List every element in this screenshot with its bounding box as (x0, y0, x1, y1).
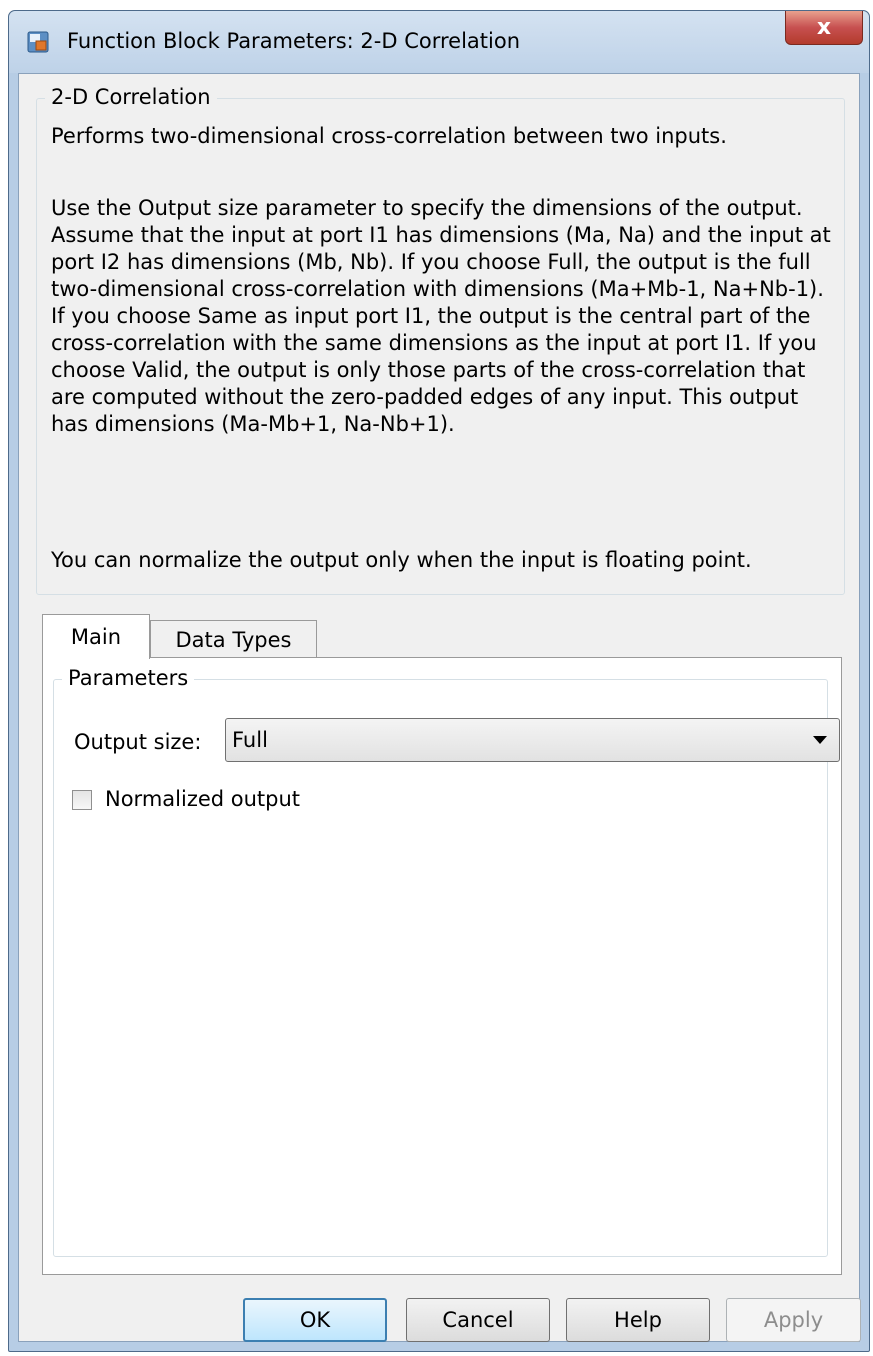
output-size-select[interactable]: Full (225, 718, 840, 762)
title-bar[interactable]: Function Block Parameters: 2-D Correlati… (9, 11, 869, 73)
normalized-output-checkbox[interactable] (72, 790, 92, 810)
description-details: Use the Output size parameter to specify… (51, 196, 831, 436)
description-group: 2-D Correlation Performs two-dimensional… (36, 84, 845, 595)
window-title: Function Block Parameters: 2-D Correlati… (67, 29, 520, 53)
dropdown-arrow-icon (813, 736, 827, 744)
apply-button[interactable]: Apply (726, 1298, 861, 1342)
tab-data-types-label: Data Types (175, 627, 292, 652)
close-button[interactable]: x (785, 11, 863, 45)
tab-main-label: Main (70, 625, 122, 649)
tab-strip: Main Data Types (42, 614, 842, 659)
simulink-block-icon (27, 31, 49, 53)
ok-button[interactable]: OK (243, 1298, 387, 1342)
normalized-output-label[interactable]: Normalized output (105, 787, 300, 811)
parameters-group: Parameters Output size: Full Normalized … (53, 665, 840, 1257)
close-icon: x (816, 15, 832, 40)
parameters-group-title: Parameters (62, 665, 195, 691)
help-button[interactable]: Help (566, 1298, 710, 1342)
dialog-client-area: 2-D Correlation Performs two-dimensional… (18, 73, 861, 1342)
description-summary: Performs two-dimensional cross-correlati… (51, 124, 727, 148)
tab-main[interactable]: Main (42, 614, 150, 659)
description-note: You can normalize the output only when t… (51, 548, 752, 572)
dialog-window: Function Block Parameters: 2-D Correlati… (8, 10, 870, 1352)
output-size-value: Full (232, 728, 268, 752)
output-size-label: Output size: (74, 730, 202, 754)
tab-panel-main: Parameters Output size: Full Normalized … (42, 657, 842, 1275)
description-group-title: 2-D Correlation (45, 84, 217, 110)
tab-data-types[interactable]: Data Types (150, 620, 317, 658)
cancel-button[interactable]: Cancel (406, 1298, 550, 1342)
